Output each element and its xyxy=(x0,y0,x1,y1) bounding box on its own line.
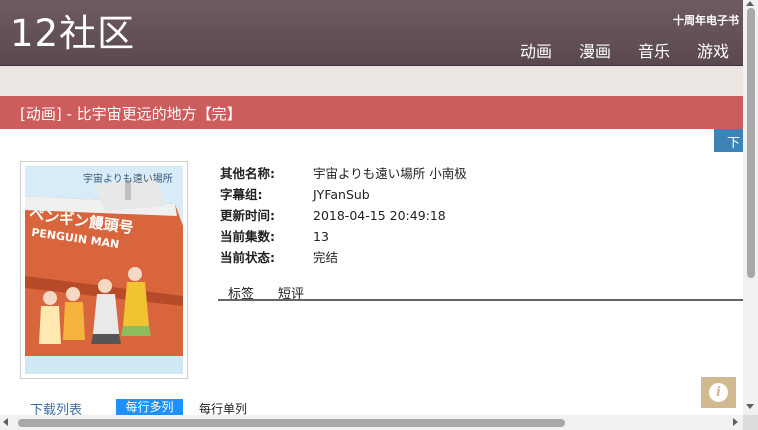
info-label: 其他名称: xyxy=(220,166,275,181)
poster-illustration xyxy=(25,166,183,374)
info-label: 当前状态: xyxy=(220,250,275,265)
nav-manga[interactable]: 漫画 xyxy=(579,38,611,62)
info-label: 当前集数: xyxy=(220,229,275,244)
info-value: 13 xyxy=(313,229,329,244)
info-button[interactable]: i xyxy=(701,377,736,408)
site-logo[interactable]: 12社区 xyxy=(10,12,135,56)
detail-tabs: 标签 短评 xyxy=(218,281,743,302)
info-label: 更新时间: xyxy=(220,208,275,223)
info-row-status: 当前状态: 完结 xyxy=(220,247,467,268)
poster-title-text: 宇宙よりも遠い場所 xyxy=(83,174,173,185)
scroll-right-arrow-icon[interactable] xyxy=(733,418,738,426)
anniversary-ebook-link[interactable]: 十周年电子书 xyxy=(673,12,739,28)
info-value: 2018-04-15 20:49:18 xyxy=(313,208,446,223)
tab-reviews[interactable]: 短评 xyxy=(278,283,304,302)
site-header: 12社区 十周年电子书 动画 漫画 音乐 游戏 xyxy=(0,0,743,66)
nav-music[interactable]: 音乐 xyxy=(638,38,670,62)
info-value: 宇宙よりも遠い場所 小南极 xyxy=(313,166,467,181)
scroll-up-arrow-icon[interactable] xyxy=(746,1,754,6)
poster-image: 宇宙よりも遠い場所 ペンギン饅頭号 PENGUIN MAN xyxy=(25,166,183,374)
scrollbar-corner xyxy=(743,415,758,430)
mode-multi-column-button[interactable]: 每行多列 xyxy=(116,399,183,416)
scroll-down-arrow-icon[interactable] xyxy=(746,404,754,409)
info-value: 完结 xyxy=(313,250,339,265)
info-icon: i xyxy=(709,383,728,402)
horizontal-scroll-thumb[interactable] xyxy=(18,419,565,427)
nav-games[interactable]: 游戏 xyxy=(697,38,729,62)
nav-anime[interactable]: 动画 xyxy=(520,38,552,62)
download-tab[interactable]: 下 xyxy=(714,129,743,152)
tab-tags[interactable]: 标签 xyxy=(228,283,254,302)
page-title: [动画] - 比宇宙更远的地方【完】 xyxy=(20,105,242,123)
title-bar: [动画] - 比宇宙更远的地方【完】 xyxy=(0,96,743,129)
vertical-scrollbar[interactable] xyxy=(743,0,758,430)
info-row-fansub: 字幕组: JYFanSub xyxy=(220,184,467,205)
poster-frame: 宇宙よりも遠い場所 ペンギン饅頭号 PENGUIN MAN xyxy=(20,161,188,379)
sub-bar xyxy=(0,66,743,96)
info-row-episodes: 当前集数: 13 xyxy=(220,226,467,247)
main-nav: 动画 漫画 音乐 游戏 xyxy=(493,38,729,62)
info-value: JYFanSub xyxy=(313,187,370,202)
info-row-alt-name: 其他名称: 宇宙よりも遠い場所 小南极 xyxy=(220,163,467,184)
horizontal-scrollbar[interactable] xyxy=(0,415,743,430)
scroll-left-arrow-icon[interactable] xyxy=(3,418,8,426)
info-row-updated: 更新时间: 2018-04-15 20:49:18 xyxy=(220,205,467,226)
anime-info: 其他名称: 宇宙よりも遠い場所 小南极 字幕组: JYFanSub 更新时间: … xyxy=(220,163,467,268)
vertical-scroll-thumb[interactable] xyxy=(747,8,755,278)
info-label: 字幕组: xyxy=(220,187,263,202)
